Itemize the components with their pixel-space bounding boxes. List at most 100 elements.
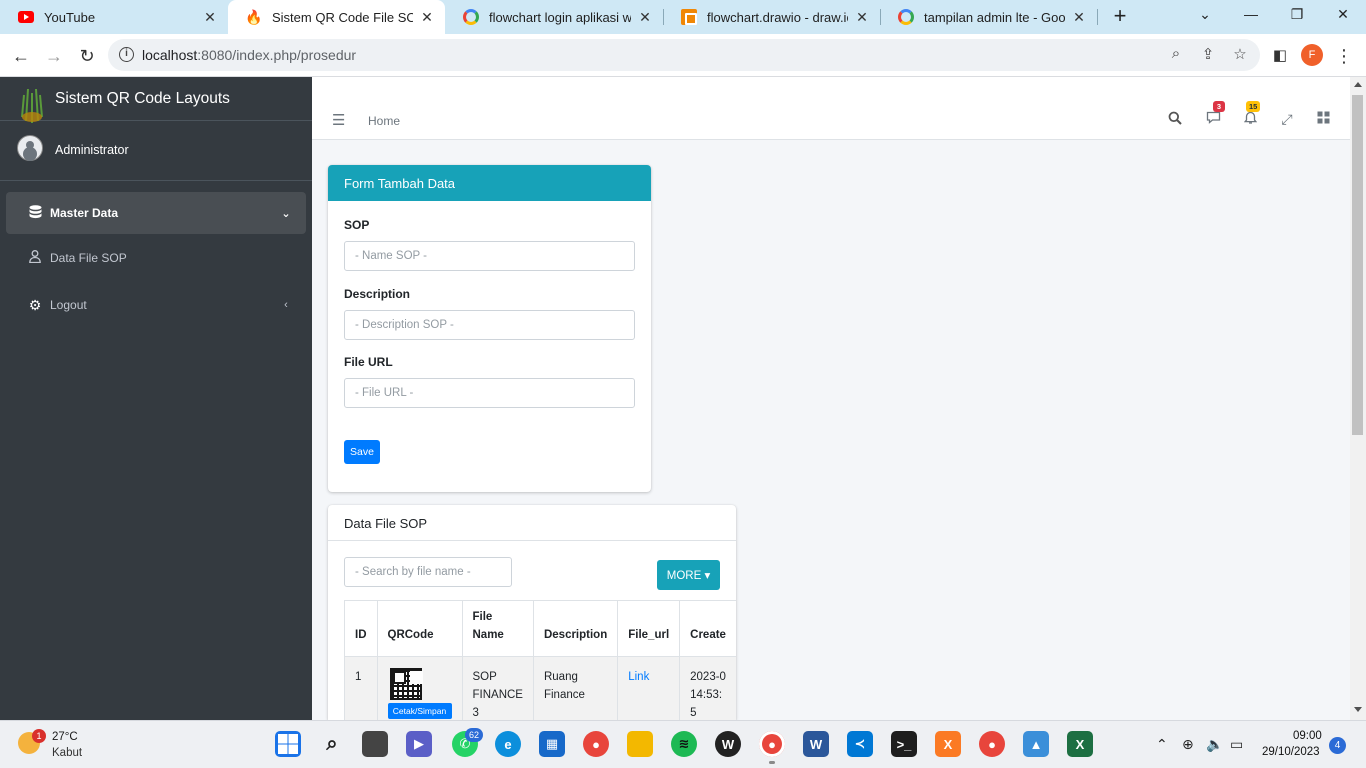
tab-admin-lte-search[interactable]: tampilan admin lte - Google ✕ (880, 0, 1097, 34)
info-icon[interactable]: i (119, 47, 134, 62)
edge-icon[interactable]: e (495, 731, 521, 757)
sop-table: ID QRCode File Name Description File_url… (344, 600, 736, 720)
chevron-down-icon: ⌄ (281, 207, 291, 220)
restore-icon[interactable]: ❐ (1282, 6, 1312, 26)
more-dropdown-button[interactable]: MORE ▾ (657, 560, 720, 590)
tab-drawio[interactable]: flowchart.drawio - draw.io ✕ (663, 0, 880, 34)
search-input[interactable] (344, 557, 512, 587)
weather-description[interactable]: Kabut (52, 747, 82, 759)
save-button[interactable]: Save (344, 440, 380, 464)
minimize-icon[interactable]: — (1236, 6, 1266, 26)
sidebar-item-logout[interactable]: ⚙ Logout ‹ (6, 284, 306, 326)
table-row: 1 Cetak/Simpan SOP FINANCE 3 Ruang Finan… (344, 656, 736, 720)
grid-icon[interactable] (1313, 111, 1333, 131)
window-close-icon[interactable]: ✕ (1328, 6, 1358, 26)
tab-title: Sistem QR Code File SOP (272, 9, 413, 25)
user-icon (26, 250, 44, 266)
bell-icon[interactable] (1240, 111, 1260, 131)
close-icon[interactable]: ✕ (419, 9, 435, 26)
cell-qrcode: Cetak/Simpan (376, 656, 463, 720)
weather-temperature[interactable]: 27°C (52, 731, 78, 743)
store-icon[interactable]: ▦ (539, 731, 565, 757)
new-tab-button[interactable]: + (1108, 5, 1132, 29)
avatar (17, 135, 43, 161)
xampp-icon[interactable]: X (935, 731, 961, 757)
sop-name-input[interactable] (344, 241, 635, 271)
sop-label: SOP (344, 218, 370, 232)
tab-flowchart-search[interactable]: flowchart login aplikasi web ✕ (445, 0, 663, 34)
battery-icon[interactable]: ▭ (1230, 736, 1243, 753)
table-card-title: Data File SOP (328, 505, 736, 541)
photos-icon[interactable]: ▲ (1023, 731, 1049, 757)
scroll-down-icon[interactable] (1354, 707, 1362, 712)
tab-sistem-qr[interactable]: 🔥 Sistem QR Code File SOP ✕ (228, 0, 445, 34)
share-icon[interactable]: ⇪ (1198, 45, 1218, 65)
forward-arrow-icon[interactable]: → (41, 43, 67, 69)
start-icon[interactable] (275, 731, 301, 757)
video-chat-icon[interactable]: ▶ (406, 731, 432, 757)
fullscreen-icon[interactable]: ⤢ (1277, 111, 1297, 131)
file-link[interactable]: Link (628, 671, 649, 683)
vscode-icon[interactable]: ≺ (847, 731, 873, 757)
chevron-up-icon[interactable]: ⌃ (1156, 736, 1168, 753)
menu-dots-icon[interactable]: ⋮ (1331, 43, 1357, 69)
address-bar[interactable]: i localhost:8080/index.php/prosedur ⌕ ⇪ … (108, 39, 1260, 71)
taskbar: 1 27°C Kabut ⌕ ▶ ✆ 62 e ▦ ● ≋ W ● W ≺ >_… (0, 720, 1366, 768)
tab-youtube[interactable]: YouTube ✕ (0, 0, 228, 34)
weather-badge: 1 (32, 729, 46, 743)
task-view-icon[interactable] (362, 731, 388, 757)
messages-icon[interactable] (1203, 111, 1223, 131)
cell-file-url: Link (617, 656, 681, 720)
file-explorer-icon[interactable] (627, 731, 653, 757)
scroll-up-icon[interactable] (1354, 82, 1362, 87)
chrome-alt-icon[interactable]: ● (979, 731, 1005, 757)
volume-icon[interactable]: 🔈 (1206, 736, 1223, 753)
tab-search-icon[interactable]: ⌄ (1190, 6, 1220, 26)
tab-title: tampilan admin lte - Google (924, 9, 1065, 25)
chrome-profile-icon[interactable]: ● (759, 731, 785, 764)
clock-date[interactable]: 29/10/2023 (1262, 746, 1320, 758)
page-scrollbar[interactable] (1350, 77, 1366, 720)
search-icon[interactable]: ⌕ (319, 731, 345, 757)
close-icon[interactable]: ✕ (854, 9, 870, 26)
reload-icon[interactable]: ↻ (74, 43, 100, 69)
spotify-icon[interactable]: ≋ (671, 731, 697, 757)
database-icon (26, 204, 44, 222)
side-panel-icon[interactable]: ◧ (1267, 43, 1293, 69)
notification-center-badge[interactable]: 4 (1329, 737, 1346, 754)
terminal-icon[interactable]: >_ (891, 731, 917, 757)
back-arrow-icon[interactable]: ← (8, 43, 34, 69)
hamburger-menu-icon[interactable]: ☰ (332, 111, 345, 129)
file-url-input[interactable] (344, 378, 635, 408)
wordpress-icon[interactable]: W (715, 731, 741, 757)
description-input[interactable] (344, 310, 635, 340)
column-header-qrcode: QRCode (376, 600, 463, 657)
close-icon[interactable]: ✕ (1071, 9, 1087, 26)
close-icon[interactable]: ✕ (202, 9, 218, 26)
sidebar-item-master-data[interactable]: Master Data ⌄ (6, 192, 306, 234)
brand-text: Sistem QR Code Layouts (55, 90, 230, 107)
notifications-badge: 15 (1246, 101, 1261, 112)
user-panel[interactable]: Administrator (0, 121, 312, 181)
bookmark-star-icon[interactable]: ☆ (1230, 45, 1250, 65)
zoom-icon[interactable]: ⌕ (1166, 45, 1186, 65)
home-link[interactable]: Home (368, 114, 400, 128)
tab-title: flowchart login aplikasi web (489, 9, 631, 25)
url-text[interactable]: localhost:8080/index.php/prosedur (142, 47, 356, 63)
print-save-qr-button[interactable]: Cetak/Simpan (387, 703, 452, 719)
sidebar-item-data-file-sop[interactable]: Data File SOP (6, 237, 306, 279)
language-globe-icon[interactable]: ⊕ (1182, 736, 1194, 753)
description-label: Description (344, 287, 411, 301)
whatsapp-badge: 62 (465, 728, 483, 742)
word-icon[interactable]: W (803, 731, 829, 757)
youtube-icon (18, 9, 34, 25)
brand[interactable]: Sistem QR Code Layouts (0, 77, 312, 123)
excel-icon[interactable]: X (1067, 731, 1093, 757)
search-icon[interactable] (1165, 111, 1185, 131)
chrome-icon[interactable]: ● (583, 731, 609, 757)
close-icon[interactable]: ✕ (637, 9, 653, 26)
scroll-thumb[interactable] (1352, 95, 1363, 435)
profile-avatar[interactable]: F (1301, 44, 1323, 66)
cogs-icon: ⚙ (28, 296, 42, 313)
clock-time[interactable]: 09:00 (1293, 730, 1322, 742)
